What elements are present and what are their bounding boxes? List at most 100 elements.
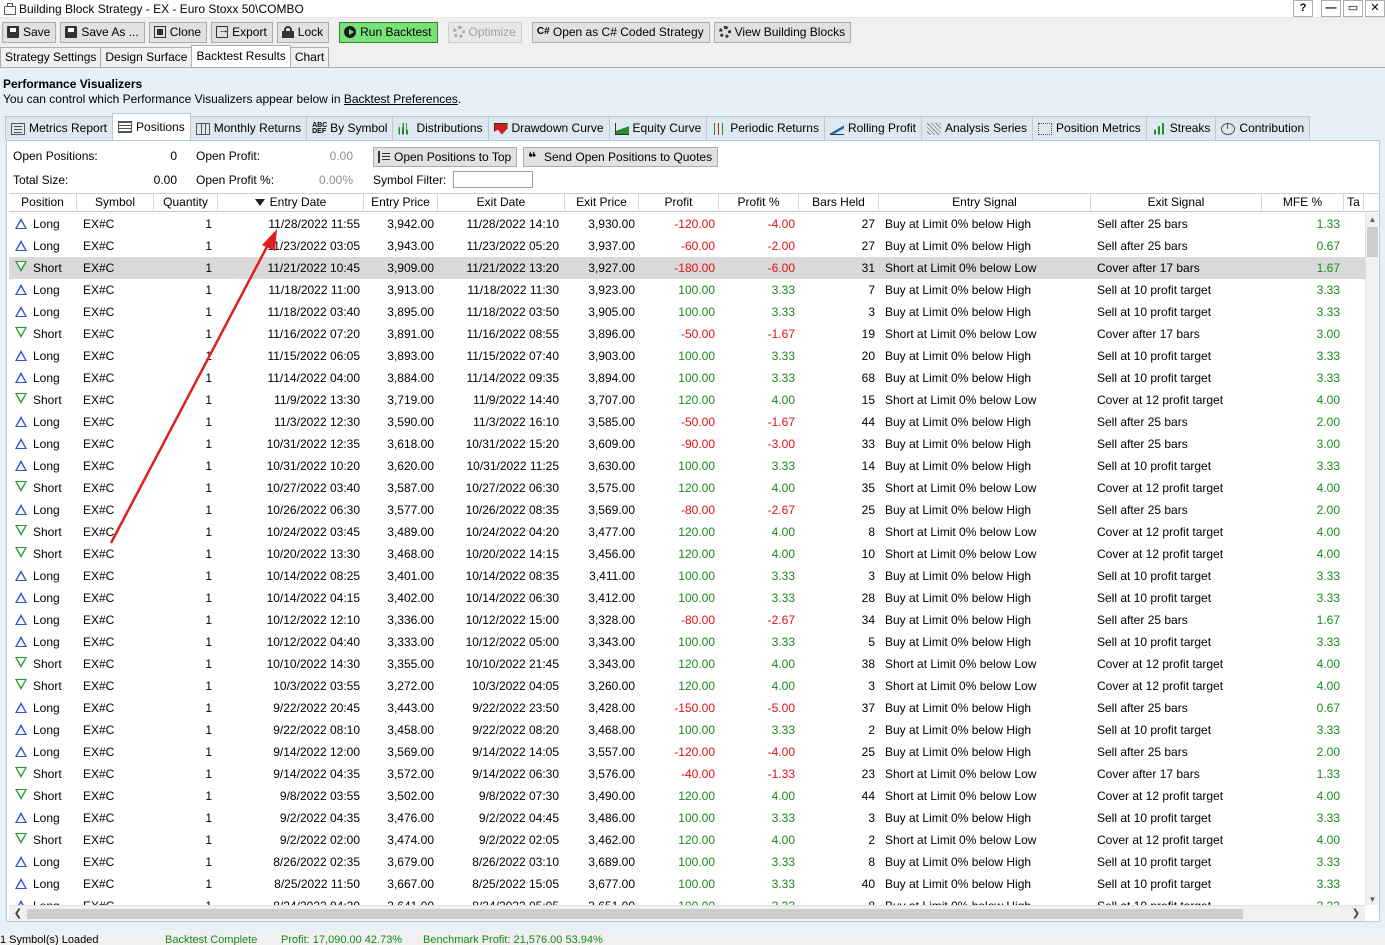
scroll-right-icon[interactable]: ❯ — [1349, 906, 1363, 922]
open-positions-to-top-button[interactable]: Open Positions to Top — [373, 147, 518, 167]
table-row[interactable]: Long EX#C 1 10/26/2022 06:30 3,577.00 10/26/2… — [9, 499, 1365, 521]
open-csharp-button[interactable]: C# Open as C# Coded Strategy — [531, 21, 710, 43]
cell-profit-pct: -1.67 — [719, 411, 799, 433]
table-row[interactable]: Short EX#C 1 9/8/2022 03:55 3,502.00 9/8/2022… — [9, 785, 1365, 807]
horizontal-scroll-thumb[interactable] — [27, 909, 1243, 919]
column-header-quantity[interactable]: Quantity — [154, 194, 218, 212]
help-button[interactable]: ? — [1293, 0, 1313, 17]
table-row[interactable]: Long EX#C 1 9/2/2022 04:35 3,476.00 9/2/2022 … — [9, 807, 1365, 829]
tab-analysis-series[interactable]: Analysis Series — [921, 116, 1034, 140]
scroll-up-icon[interactable]: ▲ — [1366, 213, 1378, 226]
tab-drawdown-curve[interactable]: Drawdown Curve — [487, 116, 610, 140]
clone-button[interactable]: Clone — [148, 21, 208, 43]
table-row[interactable]: Long EX#C 1 11/18/2022 03:40 3,895.00 11/18/2… — [9, 301, 1365, 323]
column-header-exit-date[interactable]: Exit Date — [438, 194, 565, 212]
table-row[interactable]: Long EX#C 1 11/3/2022 12:30 3,590.00 11/3/202… — [9, 411, 1365, 433]
cell-position: Long — [9, 807, 77, 829]
save-button[interactable]: Save — [2, 21, 57, 43]
column-header-profit[interactable]: Profit — [639, 194, 719, 212]
tab-design-surface[interactable]: Design Surface — [100, 47, 193, 67]
cell-entry-price: 3,272.00 — [364, 675, 438, 697]
run-backtest-button[interactable]: Run Backtest — [339, 21, 438, 43]
table-row[interactable]: Short EX#C 1 11/21/2022 10:45 3,909.00 11/21/… — [9, 257, 1365, 279]
tab-by-symbol[interactable]: ABC DEF By Symbol — [306, 116, 394, 140]
export-button[interactable]: Export — [211, 21, 273, 43]
table-row[interactable]: Long EX#C 1 8/26/2022 02:35 3,679.00 8/26/202… — [9, 851, 1365, 873]
cell-text: 33 — [861, 437, 875, 451]
column-header-symbol[interactable]: Symbol — [77, 194, 154, 212]
close-button[interactable]: ✕ — [1365, 0, 1385, 17]
table-row[interactable]: Short EX#C 1 10/10/2022 14:30 3,355.00 10/10/… — [9, 653, 1365, 675]
column-header-bars-held[interactable]: Bars Held — [799, 194, 879, 212]
view-building-blocks-button[interactable]: View Building Blocks — [713, 21, 852, 43]
table-row[interactable]: Long EX#C 1 11/15/2022 06:05 3,893.00 11/15/2… — [9, 345, 1365, 367]
column-header-exit-price[interactable]: Exit Price — [565, 194, 639, 212]
save-as-button[interactable]: Save As ... — [60, 21, 145, 43]
table-row[interactable]: LongEX#C18/24/2022 04:303,641.008/24/202… — [9, 895, 1365, 905]
cell-text: 4.00 — [1316, 547, 1340, 561]
table-row[interactable]: Long EX#C 1 11/18/2022 11:00 3,913.00 11/18/2… — [9, 279, 1365, 301]
table-row[interactable]: Long EX#C 1 10/31/2022 10:20 3,620.00 10/31/2… — [9, 455, 1365, 477]
table-row[interactable]: Long EX#C 1 10/14/2022 04:15 3,402.00 10/14/2… — [9, 587, 1365, 609]
tab-positions[interactable]: Positions — [112, 113, 191, 140]
column-header-entry-price[interactable]: Entry Price — [364, 194, 438, 212]
tab-periodic-returns[interactable]: Periodic Returns — [706, 116, 825, 140]
lock-button[interactable]: Lock — [276, 21, 330, 43]
table-row[interactable]: Long EX#C 1 10/14/2022 08:25 3,401.00 10/14/2… — [9, 565, 1365, 587]
tab-streaks[interactable]: Streaks — [1145, 116, 1217, 140]
column-header-position[interactable]: Position — [9, 194, 77, 212]
table-row[interactable]: Short EX#C 1 10/27/2022 03:40 3,587.00 10/27/… — [9, 477, 1365, 499]
tab-distributions[interactable]: Distributions — [392, 116, 489, 140]
cell-profit: 120.00 — [639, 829, 719, 851]
tab-chart[interactable]: Chart — [289, 47, 330, 67]
horizontal-scrollbar[interactable]: ❮ ❯ — [9, 905, 1365, 921]
table-row[interactable]: Long EX#C 1 9/22/2022 08:10 3,458.00 9/22/202… — [9, 719, 1365, 741]
cell-text: 3.33 — [771, 723, 795, 737]
column-header-mfe-pct[interactable]: MFE % — [1262, 194, 1344, 212]
tab-equity-curve[interactable]: Equity Curve — [608, 116, 708, 140]
table-row[interactable]: Short EX#C 1 10/3/2022 03:55 3,272.00 10/3/20… — [9, 675, 1365, 697]
table-row[interactable]: Short EX#C 1 9/14/2022 04:35 3,572.00 9/14/20… — [9, 763, 1365, 785]
table-row[interactable]: Long EX#C 1 10/12/2022 04:40 3,333.00 10/12/2… — [9, 631, 1365, 653]
tab-contribution[interactable]: Contribution — [1215, 116, 1311, 140]
table-row[interactable]: Long EX#C 1 11/23/2022 03:05 3,943.00 11/23/2… — [9, 235, 1365, 257]
tab-rolling-profit[interactable]: Rolling Profit — [823, 116, 922, 140]
table-row[interactable]: Short EX#C 1 11/16/2022 07:20 3,891.00 11/16/… — [9, 323, 1365, 345]
table-row[interactable]: Short EX#C 1 9/2/2022 02:00 3,474.00 9/2/2022… — [9, 829, 1365, 851]
table-row[interactable]: Short EX#C 1 10/24/2022 03:45 3,489.00 10/24/… — [9, 521, 1365, 543]
send-to-quotes-button[interactable]: ❝ Send Open Positions to Quotes — [523, 147, 719, 167]
cell-exit-signal: Cover at 12 profit target — [1091, 829, 1262, 851]
table-row[interactable]: Long EX#C 1 9/14/2022 12:00 3,569.00 9/14/202… — [9, 741, 1365, 763]
vertical-scrollbar[interactable]: ▲ ▼ — [1365, 213, 1378, 905]
column-header-profit-pct[interactable]: Profit % — [719, 194, 799, 212]
column-header-entry-signal[interactable]: Entry Signal — [879, 194, 1091, 212]
optimize-button[interactable]: Optimize — [447, 21, 522, 43]
table-row[interactable]: Long EX#C 1 9/22/2022 20:45 3,443.00 9/22/202… — [9, 697, 1365, 719]
column-header-entry-date[interactable]: Entry Date — [218, 194, 364, 212]
table-row[interactable]: Long EX#C 1 10/31/2022 12:35 3,618.00 10/31/2… — [9, 433, 1365, 455]
scroll-down-icon[interactable]: ▼ — [1366, 893, 1378, 905]
maximize-button[interactable]: ▭ — [1343, 0, 1363, 17]
table-row[interactable]: Long EX#C 1 10/12/2022 12:10 3,336.00 10/12/2… — [9, 609, 1365, 631]
cell-text: 3,577.00 — [387, 503, 434, 517]
tab-backtest-results[interactable]: Backtest Results — [191, 45, 291, 67]
cell-text: 3,569.00 — [387, 745, 434, 759]
tab-monthly-returns[interactable]: Monthly Returns — [189, 116, 308, 140]
table-row[interactable]: Long EX#C 1 11/14/2022 04:00 3,884.00 11/14/2… — [9, 367, 1365, 389]
table-row[interactable]: Long EX#C 1 8/25/2022 11:50 3,667.00 8/25/202… — [9, 873, 1365, 895]
scroll-left-icon[interactable]: ❮ — [11, 906, 25, 922]
backtest-preferences-link[interactable]: Backtest Preferences — [344, 92, 458, 106]
column-header-ta[interactable]: Ta — [1344, 194, 1364, 212]
tab-metrics-report[interactable]: Metrics Report — [5, 116, 114, 140]
symbol-filter-input[interactable] — [453, 171, 533, 188]
column-header-exit-signal[interactable]: Exit Signal — [1091, 194, 1262, 212]
vertical-scroll-thumb[interactable] — [1367, 227, 1378, 257]
table-row[interactable]: Short EX#C 1 11/9/2022 13:30 3,719.00 11/9/20… — [9, 389, 1365, 411]
tab-position-metrics[interactable]: Position Metrics — [1032, 116, 1147, 140]
cell-entry-signal: Buy at Limit 0% below High — [879, 213, 1091, 235]
table-row[interactable]: Short EX#C 1 10/20/2022 13:30 3,468.00 10/20/… — [9, 543, 1365, 565]
tab-strategy-settings[interactable]: Strategy Settings — [0, 47, 102, 67]
minimize-button[interactable]: — — [1321, 0, 1341, 17]
table-row[interactable]: Long EX#C 1 11/28/2022 11:55 3,942.00 11/28/2… — [9, 213, 1365, 235]
cell-text: 1 — [205, 503, 212, 517]
